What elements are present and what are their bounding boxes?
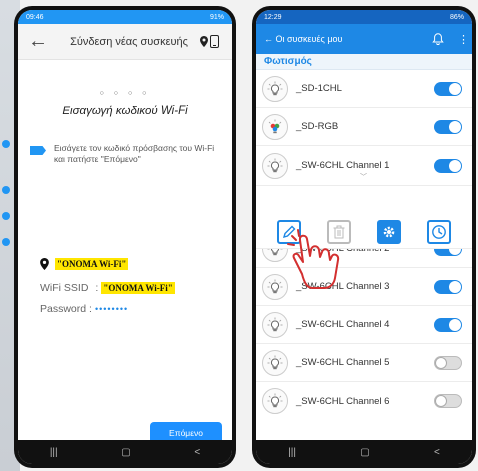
device-name: _SW-6CHL Channel 1	[296, 160, 390, 171]
screen: 09:46 91% ← Σύνδεση νέας συσκευής ○ ○ ○ …	[18, 10, 232, 464]
password-label: Password :	[40, 303, 92, 315]
schedule-button[interactable]	[427, 219, 451, 244]
chevron-down-icon: ﹀	[360, 174, 367, 181]
rgb-bulb-icon	[262, 113, 288, 140]
bulb-icon	[262, 388, 288, 414]
status-bar: 09:46 91%	[18, 10, 232, 24]
home-button[interactable]: ▢	[121, 447, 130, 458]
location-phone-icon	[200, 35, 222, 49]
back-arrow-icon[interactable]: ←	[28, 30, 58, 53]
ssid-value[interactable]: "ONOMA Wi-Fi"	[101, 282, 175, 294]
page-title: Σύνδεση νέας συσκευής	[70, 35, 188, 48]
device-row[interactable]: _SD-RGB	[256, 108, 472, 146]
device-name: _SD-1CHL	[296, 83, 342, 94]
device-row[interactable]: _SW-6CHL Channel 4	[256, 306, 472, 344]
header: ← Οι συσκευές μου ⋮	[256, 24, 472, 54]
settings-button[interactable]	[377, 219, 401, 244]
device-toggle[interactable]	[434, 317, 462, 332]
device-toggle[interactable]	[434, 355, 462, 370]
clock-icon	[432, 224, 446, 239]
screen: 12:29 86% ← Οι συσκευές μου ⋮ Φωτισμός _…	[256, 10, 472, 464]
recents-button[interactable]: |||	[288, 447, 296, 458]
phone-wifi-setup: 09:46 91% ← Σύνδεση νέας συσκευής ○ ○ ○ …	[14, 6, 236, 468]
status-battery: 91%	[209, 13, 224, 21]
gear-icon	[383, 226, 395, 237]
device-toggle[interactable]	[434, 119, 462, 134]
background-dot	[2, 140, 10, 148]
system-navbar: ||| ▢ <	[18, 440, 232, 464]
section-heading: Εισαγωγή κωδικού Wi-Fi	[62, 105, 188, 117]
bell-icon[interactable]	[432, 33, 444, 45]
system-navbar: ||| ▢ <	[256, 440, 472, 464]
device-toggle[interactable]	[434, 81, 462, 96]
more-options-icon[interactable]: ⋮	[458, 33, 469, 46]
hand-pointer-icon	[287, 229, 340, 289]
home-button[interactable]: ▢	[360, 447, 369, 458]
background-dot	[2, 186, 10, 194]
back-button[interactable]: <	[194, 447, 200, 458]
instruction: Εισάγετε τον κωδικό πρόσβασης του Wi-Fi …	[30, 143, 220, 164]
header: ← Σύνδεση νέας συσκευής	[18, 24, 232, 60]
device-name: _SW-6CHL Channel 6	[296, 395, 390, 407]
device-name: _SW-6CHL Channel 5	[296, 357, 390, 368]
background-dot	[2, 238, 10, 246]
status-time: 12:29	[264, 13, 282, 21]
step-indicator: ○ ○ ○ ○	[99, 90, 151, 97]
device-toggle[interactable]	[434, 158, 462, 173]
bulb-icon	[262, 311, 288, 338]
device-row[interactable]: _SW-6CHL Channel 5	[256, 344, 472, 382]
bulb-icon	[262, 349, 288, 376]
recents-button[interactable]: |||	[50, 447, 58, 458]
status-battery: 86%	[449, 13, 464, 21]
device-toggle[interactable]	[434, 394, 462, 408]
device-toggle[interactable]	[434, 279, 462, 294]
password-row: Password : ••••••••	[40, 303, 128, 315]
location-pin-icon	[40, 258, 49, 270]
phone-device-list: 12:29 86% ← Οι συσκευές μου ⋮ Φωτισμός _…	[252, 6, 476, 468]
section-lighting: Φωτισμός	[256, 54, 472, 70]
network-name: "ONOMA Wi-Fi"	[55, 258, 129, 270]
ssid-label: WiFi SSID	[40, 282, 89, 294]
device-name: _SD-RGB	[296, 121, 339, 132]
back-button[interactable]: <	[434, 447, 440, 458]
device-row[interactable]: _SD-1CHL	[256, 70, 472, 108]
tag-icon	[30, 146, 46, 155]
background-dot	[2, 212, 10, 220]
device-row[interactable]: _SW-6CHL Channel 6	[256, 382, 472, 420]
bulb-icon	[262, 273, 288, 300]
status-time: 09:46	[26, 13, 44, 21]
status-bar: 12:29 86%	[256, 10, 472, 24]
device-name: _SW-6CHL Channel 4	[296, 319, 390, 330]
bulb-icon	[262, 152, 288, 179]
ssid-row: WiFi SSID : "ONOMA Wi-Fi"	[40, 282, 175, 294]
network-line: "ONOMA Wi-Fi"	[40, 258, 129, 270]
password-field[interactable]: ••••••••	[95, 304, 128, 314]
instruction-text: Εισάγετε τον κωδικό πρόσβασης του Wi-Fi …	[54, 143, 215, 164]
back-to-devices[interactable]: ← Οι συσκευές μου	[264, 34, 432, 44]
ssid-separator: :	[95, 282, 99, 294]
bulb-icon	[262, 75, 288, 102]
